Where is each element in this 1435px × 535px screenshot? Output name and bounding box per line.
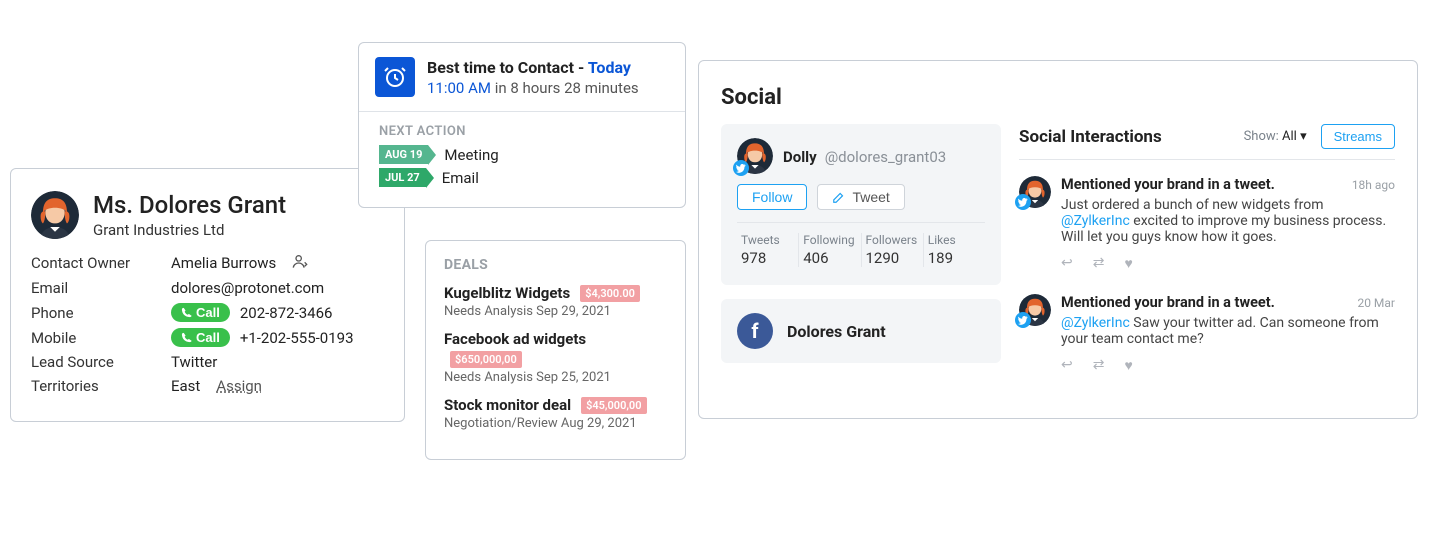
divider xyxy=(1019,159,1395,160)
owner-value: Amelia Burrows xyxy=(171,254,276,272)
like-icon[interactable]: ♥ xyxy=(1124,255,1132,272)
deal-name: Facebook ad widgets xyxy=(444,330,586,348)
phone-value: 202-872-3466 xyxy=(240,304,333,322)
twitter-badge-icon xyxy=(1015,312,1031,328)
deal-name: Kugelblitz Widgets xyxy=(444,284,570,302)
interaction-item: Mentioned your brand in a tweet. 18h ago… xyxy=(1019,176,1395,272)
next-action-label: NEXT ACTION xyxy=(379,124,665,139)
mobile-label: Mobile xyxy=(31,329,171,347)
interaction-text: @ZylkerInc Saw your twitter ad. Can some… xyxy=(1061,315,1395,347)
contact-card: Ms. Dolores Grant Grant Industries Ltd C… xyxy=(10,168,405,422)
person-icon xyxy=(292,253,308,273)
facebook-name: Dolores Grant xyxy=(787,322,886,341)
best-time-value: 11:00 AM xyxy=(427,79,491,97)
streams-button[interactable]: Streams xyxy=(1321,124,1395,149)
deals-heading: DEALS xyxy=(444,257,667,273)
facebook-icon: f xyxy=(737,313,773,349)
email-label: Email xyxy=(31,279,171,297)
retweet-icon[interactable]: ⇄ xyxy=(1093,255,1105,272)
contact-avatar xyxy=(31,191,79,239)
profile-avatar xyxy=(737,138,773,174)
interaction-time: 20 Mar xyxy=(1357,296,1395,310)
territories-value: East xyxy=(171,377,200,395)
email-value[interactable]: dolores@protonet.com xyxy=(171,279,324,297)
retweet-icon[interactable]: ⇄ xyxy=(1093,357,1105,374)
twitter-badge-icon xyxy=(1015,194,1031,210)
mention-link[interactable]: @ZylkerInc xyxy=(1061,213,1130,229)
call-mobile-button[interactable]: Call xyxy=(171,328,230,347)
deal-item[interactable]: Facebook ad widgets $650,000,00 Needs An… xyxy=(444,329,667,384)
social-heading: Social xyxy=(721,85,1395,110)
deal-amount: $650,000,00 xyxy=(450,351,522,368)
contact-name: Ms. Dolores Grant xyxy=(93,191,286,219)
deal-amount: $45,000,00 xyxy=(581,397,646,414)
next-action-type: Meeting xyxy=(444,146,498,164)
deal-item[interactable]: Kugelblitz Widgets $4,300.00 Needs Analy… xyxy=(444,283,667,319)
interaction-title: Mentioned your brand in a tweet. xyxy=(1061,176,1275,193)
stat-followers[interactable]: Followers 1290 xyxy=(862,233,924,267)
assign-link[interactable]: Assign xyxy=(216,377,262,395)
interaction-text: Just ordered a bunch of new widgets from… xyxy=(1061,197,1395,245)
next-action-type: Email xyxy=(442,169,479,187)
date-tag: JUL 27 xyxy=(379,168,426,187)
deal-stage: Needs Analysis Sep 29, 2021 xyxy=(444,304,667,319)
next-action-row[interactable]: AUG 19 Meeting xyxy=(379,145,665,164)
interaction-title: Mentioned your brand in a tweet. xyxy=(1061,294,1275,311)
interaction-avatar xyxy=(1019,176,1051,208)
territories-label: Territories xyxy=(31,377,171,395)
call-phone-button[interactable]: Call xyxy=(171,303,230,322)
best-time-countdown: in 8 hours 28 minutes xyxy=(491,79,639,97)
owner-label: Contact Owner xyxy=(31,254,171,272)
deal-stage: Needs Analysis Sep 25, 2021 xyxy=(444,370,667,385)
deal-stage: Negotiation/Review Aug 29, 2021 xyxy=(444,416,667,431)
deals-card: DEALS Kugelblitz Widgets $4,300.00 Needs… xyxy=(425,240,686,460)
interaction-time: 18h ago xyxy=(1352,178,1395,192)
profile-handle: @dolores_grant03 xyxy=(825,148,947,166)
deal-amount: $4,300.00 xyxy=(580,285,640,302)
deal-item[interactable]: Stock monitor deal $45,000,00 Negotiatio… xyxy=(444,395,667,431)
lead-source-label: Lead Source xyxy=(31,353,171,371)
alarm-clock-icon xyxy=(375,57,415,97)
date-tag: AUG 19 xyxy=(379,145,428,164)
best-time-title: Best time to Contact - xyxy=(427,58,588,77)
deal-name: Stock monitor deal xyxy=(444,396,571,414)
tweet-button[interactable]: Tweet xyxy=(817,184,904,210)
facebook-profile-row[interactable]: f Dolores Grant xyxy=(721,299,1001,363)
twitter-badge-icon xyxy=(733,160,749,176)
social-card: Social Dolly @dolores_grant03 xyxy=(698,60,1418,419)
reply-icon[interactable]: ↩ xyxy=(1061,255,1073,272)
best-time-card: Best time to Contact - Today 11:00 AM in… xyxy=(358,42,686,208)
lead-source-value: Twitter xyxy=(171,353,217,371)
interaction-item: Mentioned your brand in a tweet. 20 Mar … xyxy=(1019,294,1395,374)
stat-following[interactable]: Following 406 xyxy=(799,233,861,267)
interaction-avatar xyxy=(1019,294,1051,326)
contact-company: Grant Industries Ltd xyxy=(93,221,286,239)
next-action-row[interactable]: JUL 27 Email xyxy=(379,168,665,187)
follow-button[interactable]: Follow xyxy=(737,184,807,210)
compose-icon xyxy=(832,190,846,204)
best-time-day: Today xyxy=(588,58,631,77)
chevron-down-icon: ▾ xyxy=(1300,129,1307,144)
twitter-profile-box: Dolly @dolores_grant03 Follow Tweet Twee… xyxy=(721,124,1001,285)
stat-likes[interactable]: Likes 189 xyxy=(924,233,985,267)
mobile-value: +1-202-555-0193 xyxy=(240,329,354,347)
show-filter[interactable]: Show: All ▾ xyxy=(1244,129,1307,144)
stat-tweets[interactable]: Tweets 978 xyxy=(737,233,799,267)
interactions-heading: Social Interactions xyxy=(1019,127,1162,147)
profile-display-name: Dolly xyxy=(783,148,817,166)
like-icon[interactable]: ♥ xyxy=(1124,357,1132,374)
mention-link[interactable]: @ZylkerInc xyxy=(1061,315,1130,331)
reply-icon[interactable]: ↩ xyxy=(1061,357,1073,374)
phone-label: Phone xyxy=(31,304,171,322)
